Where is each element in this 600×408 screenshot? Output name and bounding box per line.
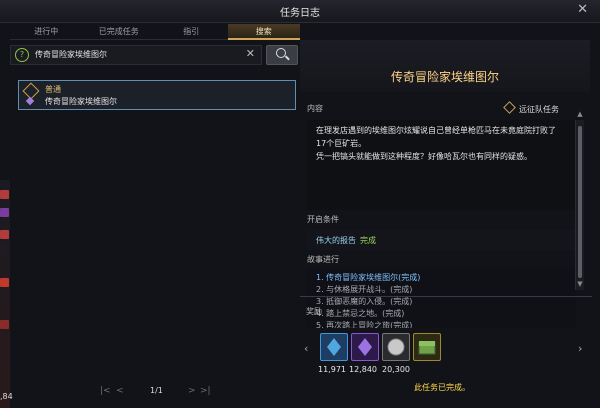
story-item: 2. 与休格展开战斗。(完成) [316, 285, 413, 294]
game-hud-icon [0, 190, 9, 199]
reward-value: 12,840 [349, 365, 377, 374]
condition-label: 开启条件 [307, 215, 339, 224]
result-name: 传奇冒险家埃维图尔 [45, 97, 117, 106]
result-item[interactable]: 普通 传奇冒险家埃维图尔 [18, 80, 296, 110]
close-button[interactable]: ✕ [577, 2, 588, 17]
page-number: 1/1 [150, 386, 163, 395]
game-hud-icon [0, 320, 9, 329]
reward-value: 20,300 [382, 365, 410, 374]
condition-name: 伟大的报告 [316, 236, 356, 245]
condition-status: 完成 [360, 236, 376, 245]
search-input[interactable]: ? 传奇冒险家埃维图尔 ✕ [10, 45, 262, 65]
purple-shard-icon[interactable] [351, 333, 379, 361]
game-background-strip: ,84 [0, 180, 13, 408]
content-line: 17个巨矿岩。 [316, 139, 367, 148]
search-icon [276, 48, 286, 58]
clear-icon[interactable]: ✕ [246, 47, 255, 60]
quest-title: 传奇冒险家埃维图尔 [390, 70, 499, 84]
expedition-icon [25, 96, 35, 106]
silver-coin-icon[interactable] [382, 333, 410, 361]
result-type: 普通 [45, 85, 61, 94]
next-page-button[interactable]: > [188, 386, 196, 396]
scroll-up-icon[interactable]: ▲ [576, 110, 584, 118]
tab-guide[interactable]: 指引 [155, 24, 228, 40]
reward-next-button[interactable]: › [578, 342, 582, 355]
story-item: 4. 踏上禁忌之地。(完成) [316, 309, 405, 318]
search-button[interactable] [266, 45, 298, 65]
condition-box: 伟大的报告 完成 [306, 230, 576, 250]
content-line: 凭一把镐头就能做到这种程度？好像哈瓦尔也有同样的疑惑。 [316, 152, 532, 161]
story-label: 故事进行 [307, 255, 339, 264]
window-title: 任务日志 [280, 8, 320, 19]
scrollbar-thumb[interactable] [578, 126, 582, 278]
tab-in-progress[interactable]: 进行中 [10, 24, 83, 40]
blue-shard-icon[interactable] [320, 333, 348, 361]
reward-value: 11,971 [318, 365, 346, 374]
prev-page-button[interactable]: < [116, 386, 124, 396]
divider [300, 296, 592, 297]
pagination: |< < 1/1 > >| [100, 386, 220, 400]
tab-completed[interactable]: 已完成任务 [82, 24, 155, 40]
story-list: 1. 传奇冒险家埃维图尔(完成) 2. 与休格展开战斗。(完成) 3. 抵御恶魔… [306, 268, 576, 328]
last-page-button[interactable]: >| [200, 386, 211, 396]
tab-search[interactable]: 搜索 [227, 24, 300, 40]
expedition-icon [503, 101, 516, 114]
content-line: 在理发店遇到的埃维图尔炫耀说自己曾经单枪匹马在未竟庭院打败了 [316, 126, 556, 135]
story-item: 3. 抵御恶魔的入侵。(完成) [316, 297, 413, 306]
game-hud-text: ,84 [0, 392, 13, 401]
help-icon[interactable]: ? [15, 48, 29, 62]
chest-icon[interactable] [413, 333, 441, 361]
game-hud-icon [0, 208, 9, 217]
scroll-down-icon[interactable]: ▼ [576, 280, 584, 288]
first-page-button[interactable]: |< [100, 386, 111, 396]
expedition-badge: 远征队任务 [503, 101, 559, 115]
content-label: 内容 [307, 104, 323, 113]
title-bar: 任务日志 ✕ [0, 0, 600, 23]
quest-log-window: ,84 任务日志 ✕ 进行中 已完成任务 指引 搜索 ? 传奇冒险家埃维图尔 ✕… [0, 0, 600, 408]
reward-prev-button[interactable]: ‹ [304, 342, 308, 355]
detail-scrollbar[interactable]: ▲ ▼ [575, 110, 584, 290]
story-item: 5. 再次踏上冒险之旅(完成) [316, 321, 413, 328]
completed-status: 此任务已完成。 [414, 383, 470, 392]
expedition-label: 远征队任务 [519, 105, 559, 114]
story-item: 1. 传奇冒险家埃维图尔(完成) [316, 273, 421, 282]
tab-bar: 进行中 已完成任务 指引 搜索 [10, 24, 300, 40]
content-box: 在理发店遇到的埃维图尔炫耀说自己曾经单枪匹马在未竟庭院打败了 17个巨矿岩。 凭… [306, 120, 576, 210]
game-hud-icon [0, 278, 9, 287]
reward-label: 奖励 [306, 307, 322, 316]
search-value: 传奇冒险家埃维图尔 [35, 50, 107, 59]
game-hud-icon [0, 230, 9, 239]
quest-banner: 传奇冒险家埃维图尔 [300, 40, 590, 92]
